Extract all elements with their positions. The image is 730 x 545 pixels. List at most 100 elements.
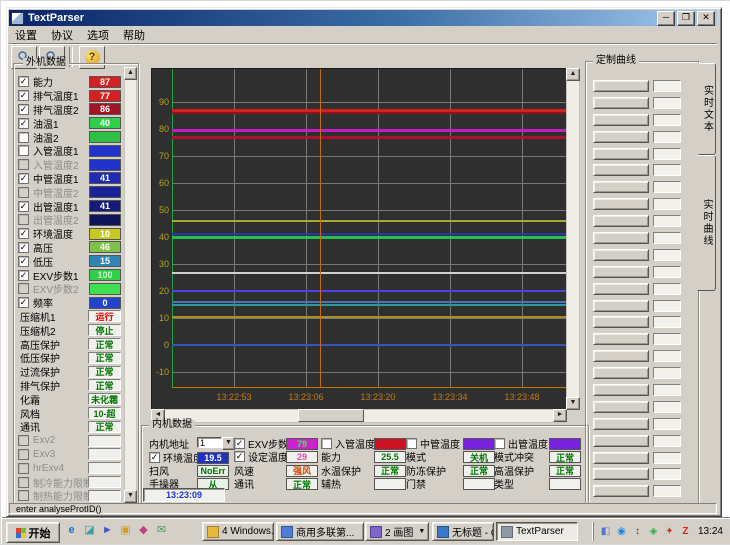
curve-field[interactable] [653, 333, 681, 345]
display-icon[interactable]: ◧ [599, 525, 612, 538]
curve-button[interactable] [593, 418, 649, 430]
maximize-button[interactable]: ❐ [677, 11, 695, 26]
menu-item-选项[interactable]: 选项 [87, 27, 109, 43]
curve-field[interactable] [653, 367, 681, 379]
show-desktop-icon[interactable]: ◪ [82, 523, 97, 538]
menu-item-协议[interactable]: 协议 [51, 27, 73, 43]
curve-field[interactable] [653, 418, 681, 430]
mail-icon[interactable]: ✉ [154, 523, 169, 538]
menu-item-设置[interactable]: 设置 [15, 27, 37, 43]
chart-vscrollbar[interactable] [566, 68, 580, 410]
tab-realtime-text[interactable]: 实时文本 [698, 63, 716, 155]
close-button[interactable]: ✕ [697, 11, 715, 26]
minimize-button[interactable]: ─ [657, 11, 675, 26]
curve-button[interactable] [593, 350, 649, 362]
curve-field[interactable] [653, 164, 681, 176]
curve-field[interactable] [653, 266, 681, 278]
curve-button[interactable] [593, 266, 649, 278]
curve-field[interactable] [653, 232, 681, 244]
checkbox[interactable] [494, 438, 505, 449]
curve-field[interactable] [653, 485, 681, 497]
checkbox[interactable] [406, 438, 417, 449]
checkbox[interactable] [18, 132, 29, 143]
curve-button[interactable] [593, 468, 649, 480]
checkbox[interactable]: ✓ [18, 104, 29, 115]
updown-icon[interactable]: ↕ [631, 525, 644, 538]
chart-scroll-up-icon[interactable]: ▲ [566, 68, 580, 81]
sidebar-scrollbar[interactable] [124, 67, 137, 503]
curve-field[interactable] [653, 283, 681, 295]
curve-field[interactable] [653, 181, 681, 193]
download-icon[interactable]: Z [679, 525, 692, 538]
checkbox[interactable] [18, 145, 29, 156]
curve-field[interactable] [653, 114, 681, 126]
volume-icon[interactable]: ◉ [615, 525, 628, 538]
indoor-address-select[interactable]: 1 [197, 437, 222, 448]
checkbox[interactable]: ✓ [18, 201, 29, 212]
start-button[interactable]: 开始 [6, 522, 60, 543]
curve-button[interactable] [593, 401, 649, 413]
curve-field[interactable] [653, 131, 681, 143]
monitor-icon[interactable]: ✦ [663, 525, 676, 538]
task-button-5[interactable]: TextParser [496, 522, 578, 541]
curve-button[interactable] [593, 316, 649, 328]
curve-button[interactable] [593, 283, 649, 295]
curve-button[interactable] [593, 300, 649, 312]
curve-button[interactable] [593, 435, 649, 447]
curve-button[interactable] [593, 367, 649, 379]
checkbox[interactable]: ✓ [234, 438, 245, 449]
curve-button[interactable] [593, 452, 649, 464]
curve-field[interactable] [653, 316, 681, 328]
sidebar-scroll-up-icon[interactable]: ▲ [124, 67, 137, 80]
checkbox[interactable]: ✓ [149, 452, 160, 463]
menu-item-帮助[interactable]: 帮助 [123, 27, 145, 43]
checkbox[interactable]: ✓ [234, 451, 245, 462]
antivirus-icon[interactable]: ◈ [647, 525, 660, 538]
curve-field[interactable] [653, 148, 681, 160]
sidebar-scroll-down-icon[interactable]: ▼ [124, 490, 137, 503]
curve-field[interactable] [653, 468, 681, 480]
task-button-2[interactable]: 商用多联第... [276, 522, 364, 541]
title-bar[interactable]: TextParser ─ ❐ ✕ [9, 10, 717, 26]
curve-button[interactable] [593, 232, 649, 244]
curve-field[interactable] [653, 198, 681, 210]
checkbox[interactable]: ✓ [18, 90, 29, 101]
checkbox[interactable]: ✓ [18, 256, 29, 267]
task-button-4[interactable]: 无标题 - C... [432, 522, 494, 541]
curve-field[interactable] [653, 401, 681, 413]
folder-icon[interactable]: ▣ [118, 523, 133, 538]
task-button-3[interactable]: 2 画图▼ [365, 522, 429, 541]
curve-button[interactable] [593, 80, 649, 92]
checkbox[interactable]: ✓ [18, 118, 29, 129]
curve-button[interactable] [593, 181, 649, 193]
curve-field[interactable] [653, 452, 681, 464]
dropdown-arrow-icon[interactable]: ▼ [418, 528, 425, 535]
curve-field[interactable] [653, 384, 681, 396]
curve-button[interactable] [593, 131, 649, 143]
tab-realtime-curve[interactable]: 实时曲线 [697, 155, 716, 291]
checkbox[interactable]: ✓ [18, 297, 29, 308]
curve-field[interactable] [653, 350, 681, 362]
task-button-1[interactable]: 4 Windows...▼ [202, 522, 274, 541]
curve-field[interactable] [653, 80, 681, 92]
curve-button[interactable] [593, 198, 649, 210]
curve-plot[interactable]: 9080706050403020100-1013:22:5313:23:0613… [151, 68, 567, 410]
curve-button[interactable] [593, 215, 649, 227]
time-cursor-line[interactable] [320, 69, 321, 387]
curve-button[interactable] [593, 97, 649, 109]
ie-icon[interactable]: e [64, 523, 79, 538]
checkbox[interactable]: ✓ [18, 242, 29, 253]
curve-field[interactable] [653, 97, 681, 109]
checkbox[interactable]: ✓ [18, 173, 29, 184]
checkbox[interactable] [321, 438, 332, 449]
curve-button[interactable] [593, 333, 649, 345]
curve-field[interactable] [653, 215, 681, 227]
curve-button[interactable] [593, 249, 649, 261]
curve-button[interactable] [593, 384, 649, 396]
curve-button[interactable] [593, 164, 649, 176]
media-player-icon[interactable]: ► [100, 523, 115, 538]
chart-hscroll-thumb[interactable] [298, 409, 364, 422]
checkbox[interactable]: ✓ [18, 270, 29, 281]
curve-button[interactable] [593, 485, 649, 497]
curve-field[interactable] [653, 435, 681, 447]
